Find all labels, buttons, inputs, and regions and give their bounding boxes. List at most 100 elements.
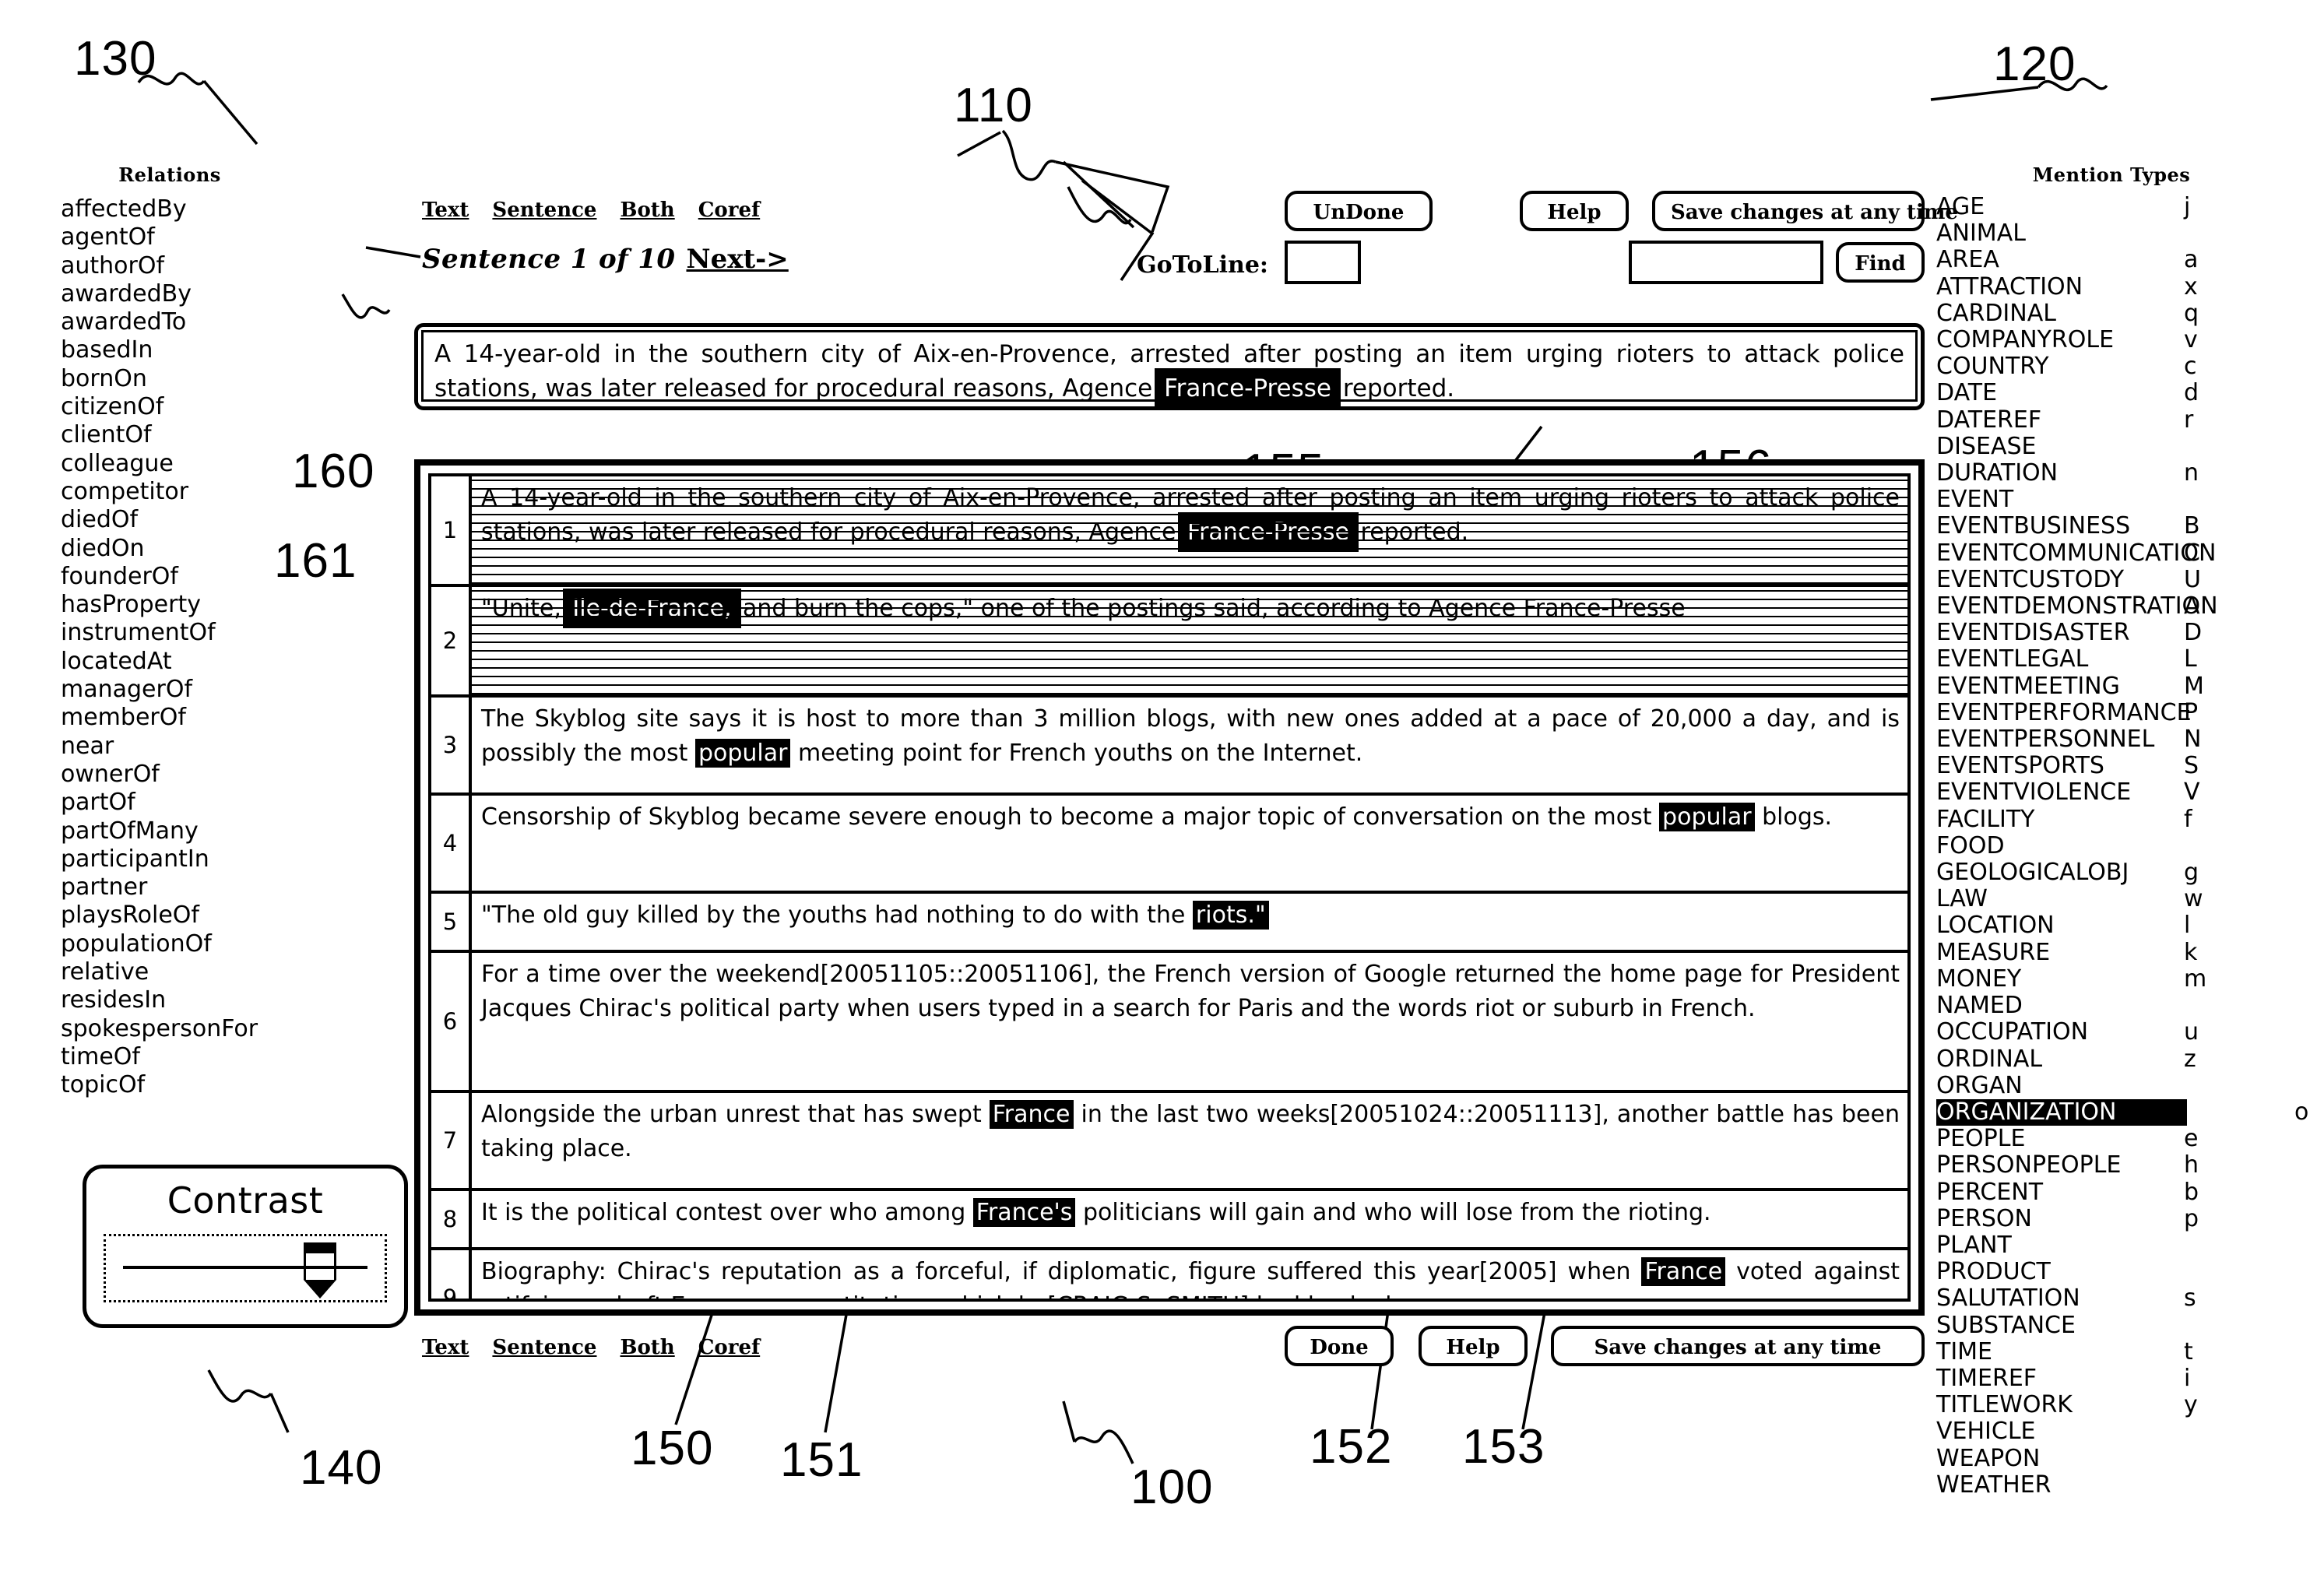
next-sentence-link[interactable]: Next-> [686,244,788,275]
relations-list[interactable]: affectedBy agentOf authorOf awardedBy awarde… [61,195,372,1100]
sentence-row-text[interactable]: The Skyblog site says it is host to more… [472,698,1907,792]
mention-type-item[interactable]: EVENTBUSINESS B [1936,513,2324,539]
find-input[interactable] [1629,241,1823,284]
sentence-row[interactable]: 9 Biography: Chirac's reputation as a for… [431,1250,1907,1299]
relation-item[interactable]: citizenOf [61,393,372,421]
mention-type-item[interactable]: NAMED [1936,992,2324,1019]
relation-item[interactable]: spokespersonFor [61,1015,372,1043]
mention-type-item[interactable]: ORGANIZATION o [1936,1098,2324,1126]
mention-type-item[interactable]: EVENT [1936,487,2324,513]
row-highlight-mention[interactable]: Ile-de-France, [565,591,739,626]
relation-item[interactable]: awardedTo [61,308,372,336]
contrast-slider-thumb[interactable] [304,1242,337,1299]
bottom-nav-link-both[interactable]: Both [620,1336,674,1359]
mention-type-item[interactable]: AGE j [1936,193,2324,220]
relation-item[interactable]: partOf [61,789,372,817]
mention-type-item[interactable]: COMPANYROLE v [1936,326,2324,353]
mention-type-item[interactable]: DURATION n [1936,459,2324,487]
mention-type-item[interactable]: PEOPLE e [1936,1125,2324,1152]
bottom-nav-link-group[interactable]: Text Sentence Both Coref [422,1336,760,1359]
mention-type-item[interactable]: TITLEWORK y [1936,1391,2324,1418]
mention-type-item[interactable]: EVENTDISASTER D [1936,620,2324,646]
relation-item[interactable]: playsRoleOf [61,901,372,930]
mention-type-item[interactable]: EVENTPERSONNEL N [1936,726,2324,753]
mention-type-item[interactable]: DISEASE [1936,433,2324,460]
relation-item[interactable]: timeOf [61,1043,372,1071]
save-button-bottom[interactable]: Save changes at any time [1551,1326,1925,1366]
mention-type-item[interactable]: FACILITY f [1936,806,2324,833]
sentence-row-text[interactable]: For a time over the weekend[20051105::20… [472,953,1907,1090]
mention-type-item[interactable]: AREA a [1936,247,2324,273]
row-highlight-mention[interactable]: France-Presse [1180,515,1357,550]
mention-type-item[interactable]: PERSON p [1936,1205,2324,1232]
mention-type-item[interactable]: PLANT [1936,1232,2324,1259]
sentence-row[interactable]: 2 "Unite, Ile-de-France, and burn the cop… [431,587,1907,698]
relation-item[interactable]: agentOf [61,223,372,251]
sentence-row-text[interactable]: Alongside the urban unrest that has swep… [472,1093,1907,1188]
sentence-row[interactable]: 6 For a time over the weekend[20051105::2… [431,953,1907,1093]
mention-type-item[interactable]: SALUTATION s [1936,1285,2324,1312]
relation-item[interactable]: memberOf [61,704,372,732]
relation-item[interactable]: clientOf [61,421,372,449]
current-sentence-display[interactable]: A 14-year-old in the southern city of Ai… [414,323,1925,410]
sentence-row[interactable]: 4 Censorship of Skyblog became severe eno… [431,796,1907,894]
sentence-row[interactable]: 7 Alongside the urban unrest that has swe… [431,1093,1907,1191]
mention-type-item[interactable]: EVENTPERFORMANCE P [1936,699,2324,726]
relation-item[interactable]: diedOf [61,506,372,534]
mention-type-item[interactable]: ORGAN [1936,1072,2324,1099]
sentence-row[interactable]: 1A 14-year-old in the southern city of A… [431,476,1907,587]
mention-type-item[interactable]: MONEY m [1936,965,2324,993]
sentence-row-text[interactable]: Biography: Chirac's reputation as a forc… [472,1250,1907,1299]
relation-item[interactable]: locatedAt [61,648,372,676]
gotoline-input[interactable] [1285,241,1361,284]
relation-item[interactable]: ownerOf [61,761,372,789]
bottom-nav-link-text[interactable]: Text [422,1336,469,1359]
mention-type-item[interactable]: ATTRACTION x [1936,273,2324,300]
mention-type-item[interactable]: EVENTCUSTODY U [1936,566,2324,593]
bottom-nav-link-sentence[interactable]: Sentence [492,1336,596,1359]
sentence-row-text[interactable]: "Unite, Ile-de-France, and burn the cops… [472,587,1907,694]
relation-item[interactable]: relative [61,958,372,986]
top-nav-link-coref[interactable]: Coref [698,199,760,222]
contrast-slider[interactable] [104,1234,387,1302]
relation-item[interactable]: hasProperty [61,591,372,619]
done-button[interactable]: Done [1285,1326,1394,1366]
mention-type-item[interactable]: OCCUPATION u [1936,1019,2324,1046]
mention-type-item[interactable]: MEASURE k [1936,939,2324,966]
mention-type-item[interactable]: GEOLOGICALOBJ g [1936,859,2324,886]
mention-type-item[interactable]: WEAPON [1936,1445,2324,1472]
mention-type-item[interactable]: ORDINAL z [1936,1046,2324,1073]
mention-type-item[interactable]: PERSONPEOPLE h [1936,1152,2324,1179]
row-highlight-mention[interactable]: France's [972,1198,1076,1227]
save-button-top[interactable]: Save changes at any time [1652,191,1958,231]
mention-type-item[interactable]: ANIMAL [1936,220,2324,247]
mention-type-item[interactable]: COUNTRY c [1936,353,2324,380]
top-nav-link-text[interactable]: Text [422,199,469,222]
sentence-row[interactable]: 8 It is the political contest over who am… [431,1191,1907,1250]
relation-item[interactable]: diedOn [61,535,372,563]
relation-item[interactable]: affectedBy [61,195,372,223]
relation-item[interactable]: instrumentOf [61,619,372,647]
sentence-rows[interactable]: 1A 14-year-old in the southern city of A… [428,473,1911,1302]
row-highlight-mention[interactable]: popular [694,739,791,768]
find-button[interactable]: Find [1836,242,1925,283]
mention-type-item[interactable]: VEHICLE [1936,1418,2324,1445]
relation-item[interactable]: partner [61,873,372,901]
sentence-row[interactable]: 3 The Skyblog site says it is host to mor… [431,698,1907,796]
mention-type-item[interactable]: TIME t [1936,1338,2324,1365]
relation-item[interactable]: basedIn [61,336,372,364]
relation-item[interactable]: residesIn [61,986,372,1014]
relation-item[interactable]: partOfMany [61,817,372,845]
mention-type-item[interactable]: EVENTMEETING M [1936,673,2324,700]
top-nav-link-group[interactable]: Text Sentence Both Coref [422,199,760,222]
relation-item[interactable]: bornOn [61,365,372,393]
bottom-nav-link-coref[interactable]: Coref [698,1336,760,1359]
top-nav-link-both[interactable]: Both [620,199,674,222]
sentence-row-text[interactable]: Censorship of Skyblog became severe enou… [472,796,1907,891]
relation-item[interactable]: awardedBy [61,280,372,308]
relation-item[interactable]: colleague [61,450,372,478]
sentence-row[interactable]: 5 "The old guy killed by the youths had n… [431,894,1907,953]
mention-type-item[interactable]: SUBSTANCE [1936,1312,2324,1339]
relation-item[interactable]: participantIn [61,845,372,873]
contrast-widget[interactable]: Contrast [83,1165,408,1328]
